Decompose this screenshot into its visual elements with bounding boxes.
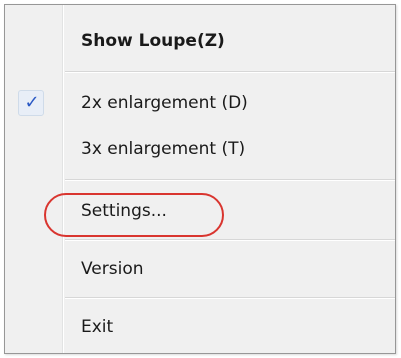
menu-item-show-loupe[interactable]: Show Loupe(Z) [5,21,395,61]
menu-item-label: Exit [81,317,114,337]
menu-item-exit[interactable]: Exit [5,307,395,347]
menu-separator-highlight [65,180,395,181]
menu-item-label: 3x enlargement (T) [81,139,246,159]
menu-item-settings[interactable]: Settings... [5,191,395,231]
menu-separator-highlight [65,298,395,299]
checkmark-icon: ✓ [24,92,40,113]
menu-separator-highlight [65,240,395,241]
menu-item-label: Version [81,259,144,279]
menu-item-2x-enlargement[interactable]: ✓ 2x enlargement (D) [5,83,395,123]
menu-item-label: Settings... [81,201,167,221]
menu-item-label: Show Loupe(Z) [81,31,225,51]
menu-item-3x-enlargement[interactable]: 3x enlargement (T) [5,129,395,169]
menu-item-version[interactable]: Version [5,249,395,289]
menu-item-label: 2x enlargement (D) [81,93,248,113]
menu-separator-highlight [65,72,395,73]
context-menu: Show Loupe(Z) ✓ 2x enlargement (D) 3x en… [4,4,396,354]
check-mark-box: ✓ [18,90,44,116]
